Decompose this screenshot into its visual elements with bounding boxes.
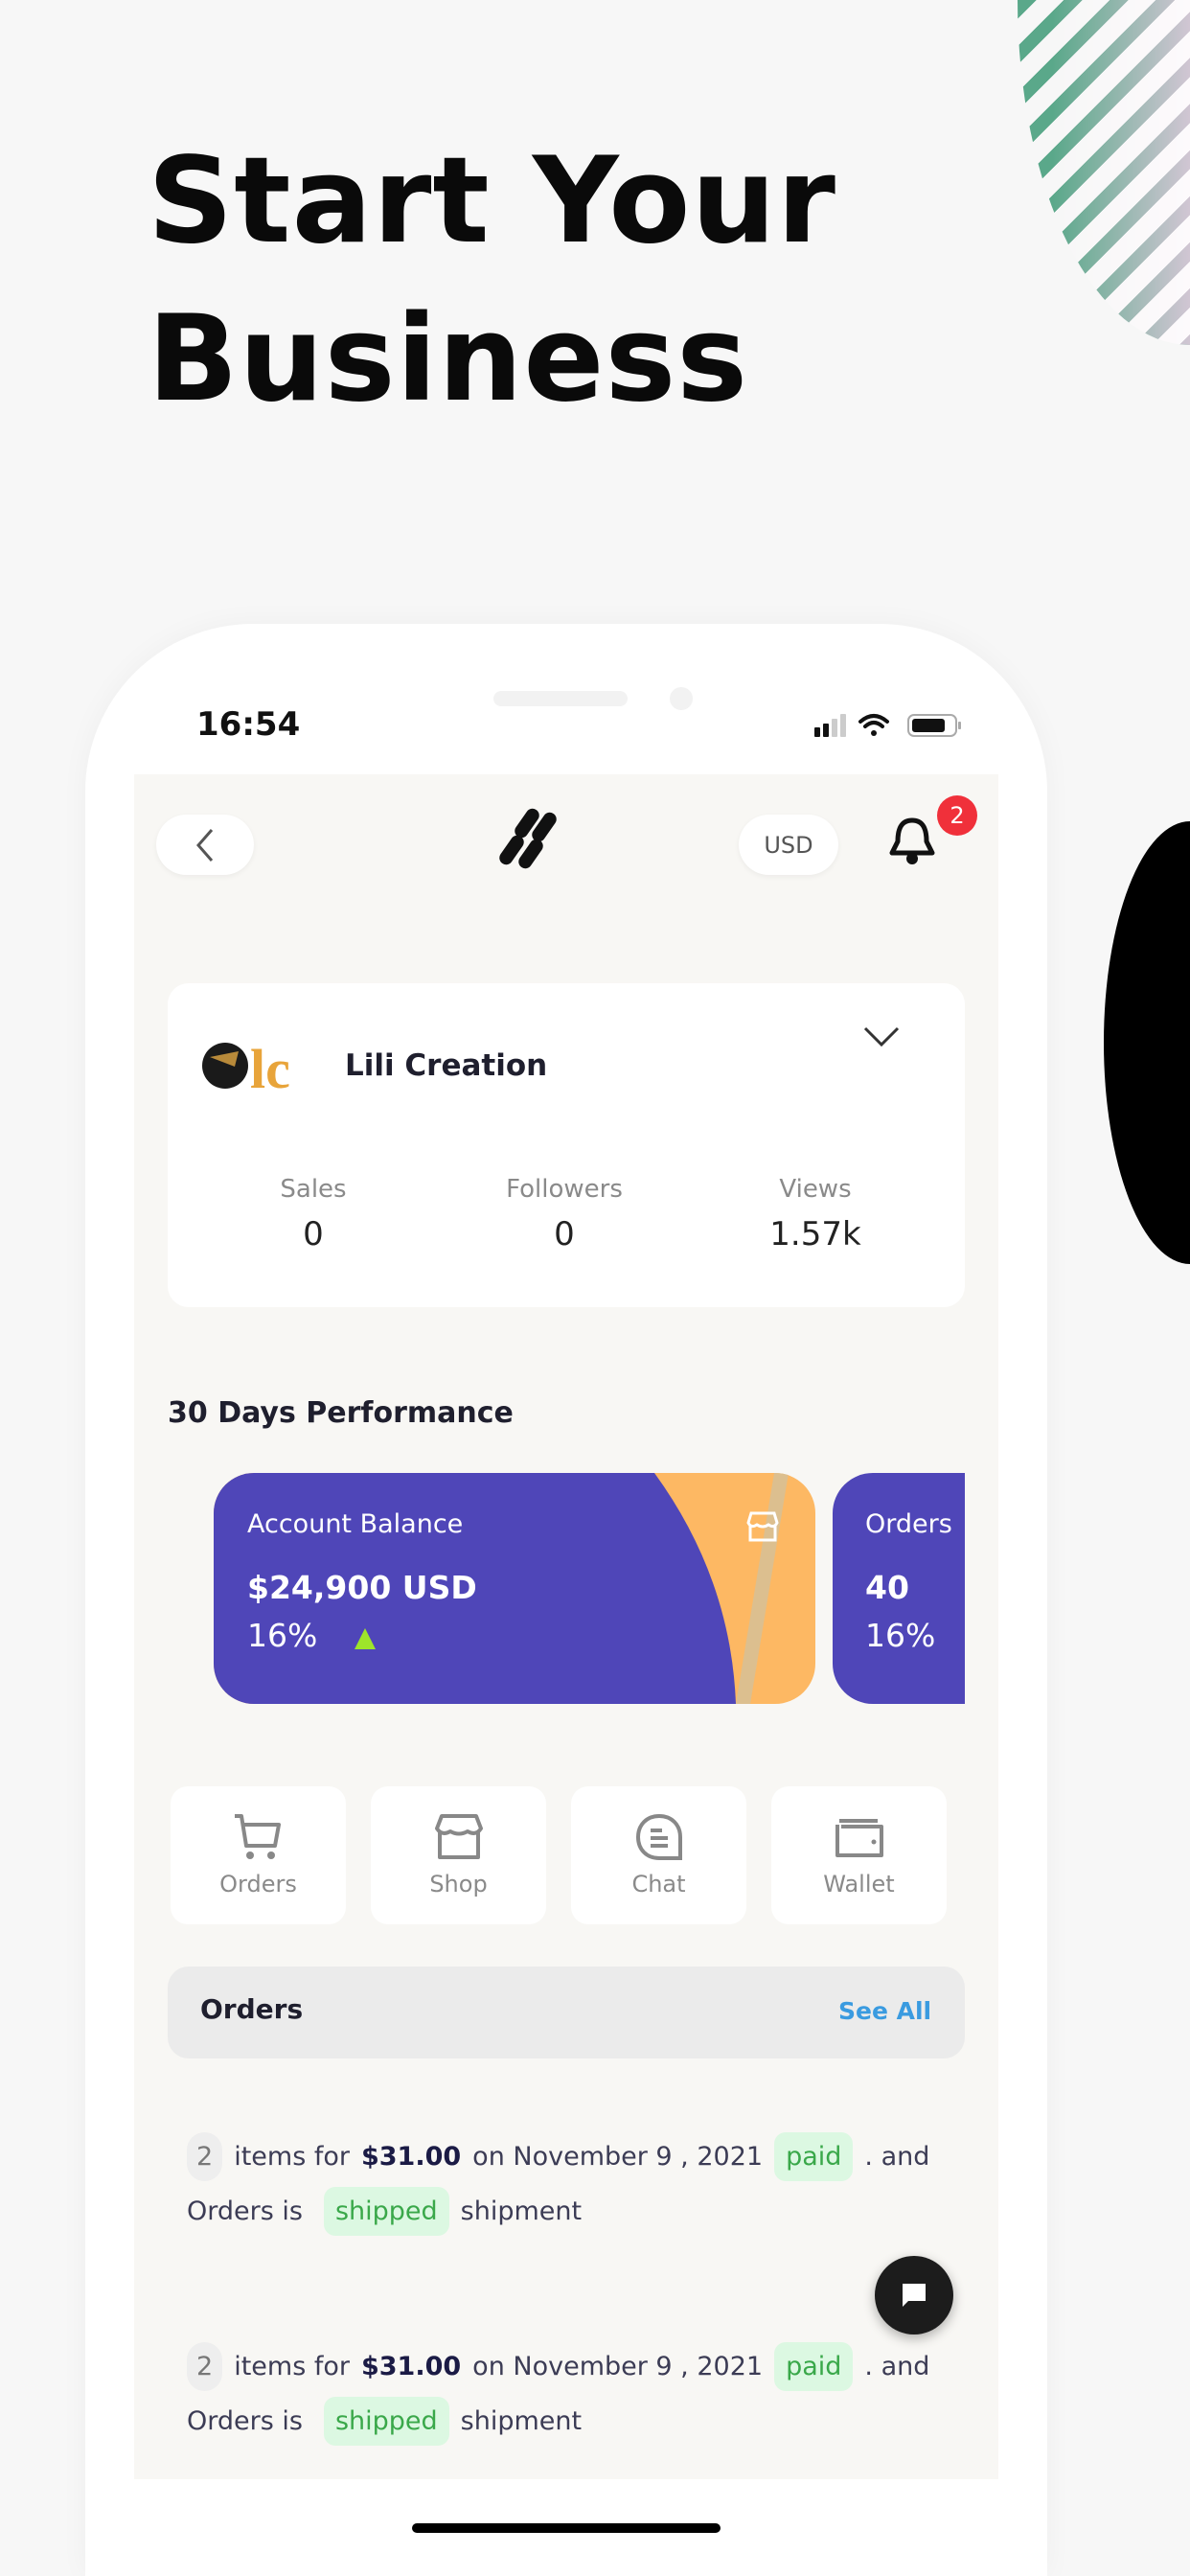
app-logo <box>499 808 557 869</box>
svg-text:lc: lc <box>250 1038 290 1093</box>
chevron-down-icon[interactable] <box>862 1025 901 1048</box>
orders-card[interactable]: Orders 40 16% <box>833 1473 965 1704</box>
status-time: 16:54 <box>196 705 301 744</box>
store-card <box>168 983 965 1307</box>
stat-label: Sales <box>280 1175 347 1204</box>
decorative-stripes <box>1018 0 1190 345</box>
chat-fab[interactable] <box>875 2256 953 2334</box>
wifi-icon <box>858 714 889 736</box>
decorative-blob <box>1104 821 1190 1264</box>
store-logo: lc <box>202 1038 290 1093</box>
payment-tag: paid <box>774 2342 854 2391</box>
payment-tag: paid <box>774 2132 854 2181</box>
order-item[interactable]: 2 items for $31.00 on November 9 , 2021 paid… <box>187 2342 929 2446</box>
chat-icon <box>635 1813 682 1860</box>
order-item[interactable]: 2 items for $31.00 on November 9 , 2021 paid… <box>187 2132 929 2236</box>
card-label: Account Balance <box>247 1509 464 1539</box>
headline: Start Your Business <box>148 132 836 428</box>
notification-badge: 2 <box>937 795 977 836</box>
status-icons <box>814 714 961 737</box>
phone-camera <box>670 687 693 710</box>
currency-selector[interactable]: USD <box>739 815 838 875</box>
wallet-icon <box>835 1819 883 1857</box>
shop-icon <box>746 1511 779 1542</box>
stat-value: 0 <box>554 1215 575 1254</box>
stat-value: 1.57k <box>769 1215 861 1254</box>
status-tag: shipped <box>323 2397 449 2446</box>
quick-action-chat[interactable]: Chat <box>571 1786 746 1924</box>
card-label: Orders <box>865 1509 952 1539</box>
store-name: Lili Creation <box>345 1048 548 1083</box>
stat-label: Views <box>779 1175 852 1204</box>
battery-icon <box>907 714 961 737</box>
trend-up-icon <box>355 1628 376 1649</box>
see-all-link[interactable]: See All <box>838 1997 931 2025</box>
phone-speaker <box>493 691 628 706</box>
card-change: 16% <box>865 1617 936 1654</box>
status-tag: shipped <box>323 2187 449 2236</box>
card-change: 16% <box>247 1617 318 1654</box>
balance-card[interactable]: Account Balance $24,900 USD 16% <box>214 1473 815 1704</box>
bell-icon[interactable] <box>886 815 938 868</box>
shop-icon <box>434 1814 483 1859</box>
quick-action-orders[interactable]: Orders <box>171 1786 346 1924</box>
home-indicator[interactable] <box>412 2523 721 2533</box>
back-button[interactable] <box>156 815 254 875</box>
chevron-left-icon <box>196 828 214 862</box>
orders-title: Orders <box>200 1993 304 2025</box>
cart-icon <box>234 1814 281 1859</box>
card-value: 40 <box>865 1569 909 1606</box>
quick-action-wallet[interactable]: Wallet <box>771 1786 947 1924</box>
chat-bubble-icon <box>903 2284 926 2307</box>
stat-value: 0 <box>303 1215 324 1254</box>
card-value: $24,900 USD <box>247 1569 477 1606</box>
stat-label: Followers <box>506 1175 623 1204</box>
signal-icon <box>814 714 846 737</box>
section-title: 30 Days Performance <box>168 1396 514 1430</box>
quick-action-shop[interactable]: Shop <box>371 1786 546 1924</box>
